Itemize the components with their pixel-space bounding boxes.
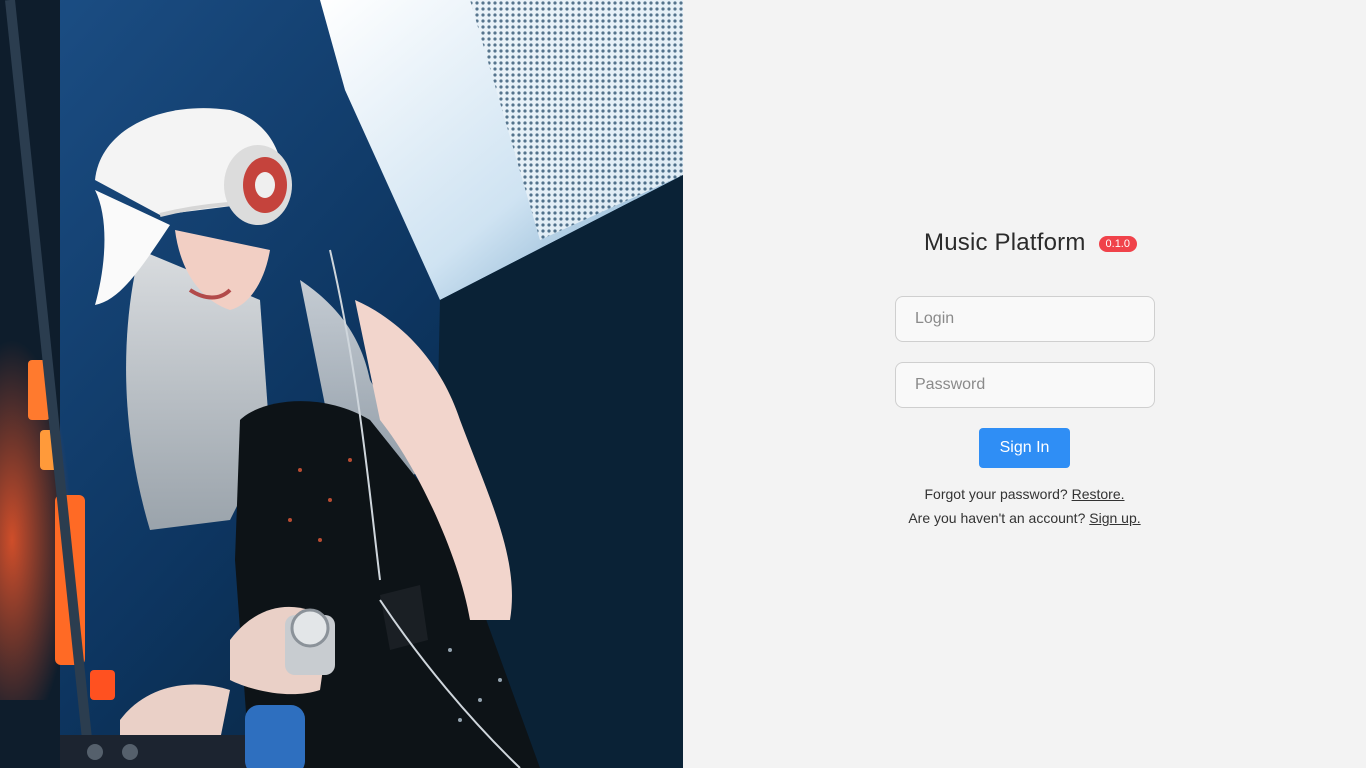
hero-dj-image	[0, 0, 683, 768]
forgot-password-text: Forgot your password?	[924, 486, 1068, 502]
restore-link[interactable]: Restore.	[1072, 486, 1125, 502]
sign-up-text: Are you haven't an account?	[908, 510, 1086, 526]
password-input[interactable]	[895, 362, 1155, 408]
login-panel: Music Platform 0.1.0 Sign In Forgot your…	[683, 0, 1366, 768]
sign-in-button[interactable]: Sign In	[979, 428, 1070, 468]
sign-up-link[interactable]: Sign up.	[1089, 510, 1140, 526]
app-title: Music Platform	[924, 229, 1086, 256]
forgot-password-row: Forgot your password? Restore.	[683, 486, 1366, 502]
version-badge: 0.1.0	[1098, 236, 1137, 252]
sign-up-row: Are you haven't an account? Sign up.	[683, 510, 1366, 526]
title-row: Music Platform 0.1.0	[683, 229, 1366, 257]
login-input[interactable]	[895, 296, 1155, 342]
